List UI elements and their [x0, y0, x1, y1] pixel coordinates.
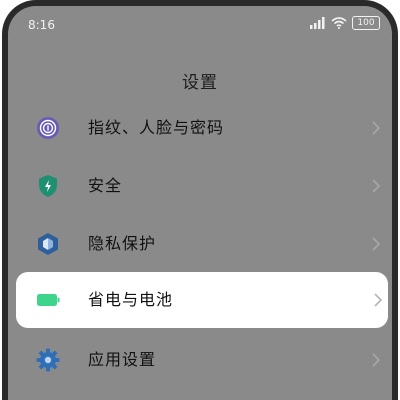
settings-item-label: 应用设置: [88, 350, 157, 369]
gear-icon: [36, 348, 60, 372]
chevron-right-icon: [372, 121, 381, 135]
fingerprint-icon: [37, 117, 59, 139]
signal-icon: [310, 17, 325, 29]
settings-item-apps[interactable]: 应用设置: [8, 332, 392, 388]
status-time: 8:16: [28, 18, 55, 32]
battery-icon: [37, 294, 60, 306]
settings-item-privacy[interactable]: 隐私保护: [8, 216, 392, 272]
settings-item-fingerprint[interactable]: 指纹、人脸与密码: [8, 100, 392, 156]
status-icons: 100: [310, 16, 380, 30]
shield-icon: [39, 175, 57, 197]
wifi-icon: [331, 17, 347, 29]
status-bar: 8:16 100: [8, 6, 392, 44]
settings-item-label: 隐私保护: [88, 234, 157, 253]
chevron-right-icon: [372, 353, 381, 367]
battery-level: 100: [352, 16, 380, 30]
chevron-right-icon: [372, 237, 381, 251]
settings-item-battery[interactable]: 省电与电池: [16, 272, 388, 328]
chevron-right-icon: [372, 179, 381, 193]
settings-item-security[interactable]: 安全: [8, 158, 392, 214]
phone-device: 8:16 100 设置 指纹、人脸与密码 安全 隐私保护 省电与电池 应用设置: [0, 0, 400, 400]
settings-item-label: 安全: [88, 176, 123, 195]
settings-screen: 8:16 100 设置 指纹、人脸与密码 安全 隐私保护 省电与电池 应用设置: [8, 6, 392, 400]
settings-item-label: 省电与电池: [88, 290, 174, 309]
page-title: 设置: [182, 73, 218, 93]
settings-item-label: 指纹、人脸与密码: [88, 118, 225, 137]
privacy-icon: [38, 233, 58, 255]
chevron-right-icon: [374, 293, 383, 307]
